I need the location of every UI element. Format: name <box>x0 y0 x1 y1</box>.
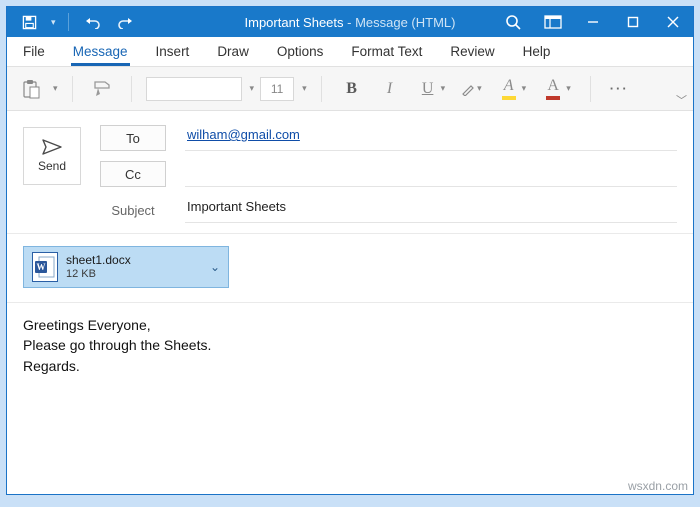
message-body[interactable]: Greetings Everyone, Please go through th… <box>23 315 677 376</box>
cc-button[interactable]: Cc <box>100 161 166 187</box>
chevron-down-icon[interactable]: ▾ <box>302 83 307 94</box>
font-color-button[interactable]: A▾ <box>537 76 576 102</box>
body-line: Regards. <box>23 356 677 376</box>
minimize-button[interactable] <box>573 7 613 37</box>
font-name-selector[interactable] <box>146 77 242 101</box>
chevron-down-icon[interactable]: ▾ <box>250 83 255 94</box>
divider <box>7 302 693 303</box>
undo-icon[interactable] <box>81 10 105 34</box>
tab-insert[interactable]: Insert <box>154 38 192 66</box>
body-line: Please go through the Sheets. <box>23 335 677 355</box>
divider <box>7 233 693 234</box>
title-document: Important Sheets <box>245 15 344 30</box>
send-label: Send <box>38 159 66 173</box>
attachment-name: sheet1.docx <box>66 254 131 268</box>
chevron-down-icon[interactable]: ▾ <box>53 83 58 94</box>
word-file-icon: W <box>32 252 58 282</box>
tab-review[interactable]: Review <box>448 38 496 66</box>
attachment-chip[interactable]: W sheet1.docx 12 KB ⌄ <box>23 246 229 288</box>
redo-icon[interactable] <box>113 10 137 34</box>
save-icon[interactable] <box>17 10 41 34</box>
tab-options[interactable]: Options <box>275 38 326 66</box>
send-button[interactable]: Send <box>23 127 81 185</box>
titlebar-sys-group <box>493 7 693 37</box>
window-mode-icon[interactable] <box>533 7 573 37</box>
to-button[interactable]: To <box>100 125 166 151</box>
tab-file[interactable]: File <box>21 38 47 66</box>
tab-format-text[interactable]: Format Text <box>349 38 424 66</box>
title-suffix: - Message (HTML) <box>344 15 456 30</box>
collapse-ribbon-icon[interactable]: ﹀ <box>676 92 687 108</box>
tab-help[interactable]: Help <box>521 38 553 66</box>
subject-field[interactable]: Important Sheets <box>185 197 677 223</box>
to-label-col: To <box>95 125 171 151</box>
search-icon[interactable] <box>493 7 533 37</box>
window-title: Important Sheets - Message (HTML) <box>245 15 456 30</box>
quick-access-toolbar: ▾ <box>7 10 137 34</box>
send-wrapper: Send <box>23 127 95 185</box>
tab-message[interactable]: Message <box>71 38 130 66</box>
more-commands-button[interactable]: ··· <box>605 76 634 102</box>
to-field[interactable]: wilham@gmail.com <box>185 125 677 151</box>
attachment-dropdown-icon[interactable]: ⌄ <box>210 260 220 274</box>
outlook-compose-window: ▾ Important Sheets - Message (HTML) <box>6 6 694 495</box>
ribbon-tabs: File Message Insert Draw Options Format … <box>7 37 693 67</box>
cc-label-col: Cc <box>95 161 171 187</box>
maximize-button[interactable] <box>613 7 653 37</box>
paste-button[interactable] <box>17 76 45 102</box>
underline-button[interactable]: U▾ <box>412 76 451 102</box>
subject-label-col: Subject <box>95 203 171 218</box>
attachment-size: 12 KB <box>66 268 131 281</box>
ribbon-toolbar: ▾ ▾ 11 ▾ B I U▾ ▾ A▾ A▾ ··· <box>7 67 693 111</box>
svg-text:W: W <box>37 262 46 272</box>
send-icon <box>42 139 62 155</box>
subject-label: Subject <box>100 203 166 218</box>
highlight-color-button[interactable]: A▾ <box>493 76 532 102</box>
titlebar: ▾ Important Sheets - Message (HTML) <box>7 7 693 37</box>
compose-area: Send To wilham@gmail.com Cc Subject Impo… <box>7 111 693 494</box>
italic-button[interactable]: I <box>374 76 406 102</box>
watermark: wsxdn.com <box>628 479 688 493</box>
tab-draw[interactable]: Draw <box>215 38 251 66</box>
format-painter-button[interactable] <box>87 76 117 102</box>
font-size-selector[interactable]: 11 <box>260 77 294 101</box>
close-button[interactable] <box>653 7 693 37</box>
body-line: Greetings Everyone, <box>23 315 677 335</box>
bold-button[interactable]: B <box>336 76 368 102</box>
pencil-color-button[interactable]: ▾ <box>456 76 487 102</box>
cc-field[interactable] <box>185 161 677 187</box>
